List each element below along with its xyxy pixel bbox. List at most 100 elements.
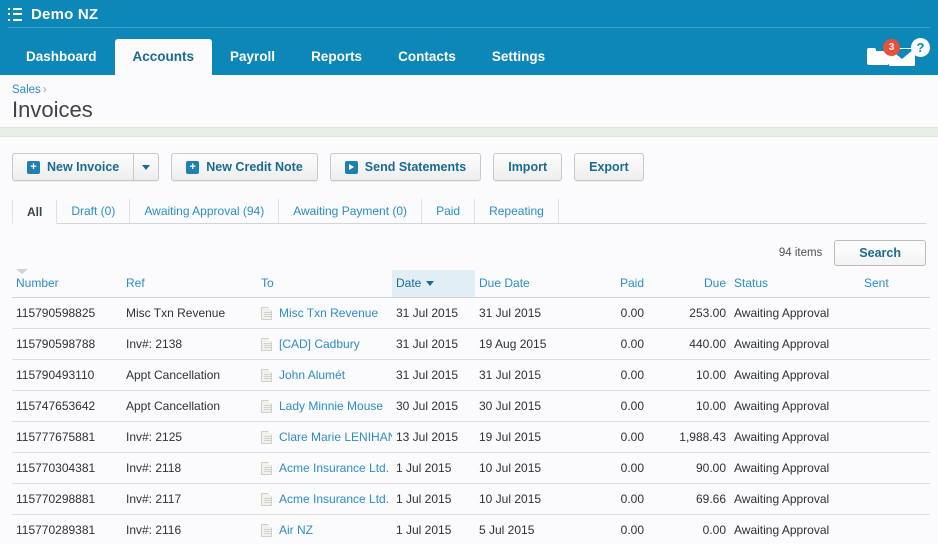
column-header-to[interactable]: To — [257, 270, 392, 298]
document-icon — [261, 430, 272, 444]
message-count-badge: 3 — [883, 38, 900, 56]
cell-date: 31 Jul 2015 — [392, 359, 475, 391]
page-header: Sales › Invoices — [0, 75, 938, 127]
cell-paid: 0.00 — [568, 390, 648, 422]
cell-status: Awaiting Approval — [730, 390, 860, 422]
table-row[interactable]: 115790493110 Appt Cancellation John Alumét… — [12, 359, 930, 391]
cell-number: 115770298881 — [12, 483, 122, 515]
top-brand-bar: Demo NZ — [0, 0, 938, 28]
breadcrumb-link-sales[interactable]: Sales — [12, 84, 41, 96]
organisation-name[interactable]: Demo NZ — [31, 6, 98, 23]
contact-link[interactable]: Misc Txn Revenue — [279, 306, 378, 320]
tab-awaiting-approval[interactable]: Awaiting Approval (94) — [130, 199, 280, 223]
send-statements-button[interactable]: Send Statements — [329, 153, 482, 181]
cell-duedate: 10 Jul 2015 — [475, 452, 568, 484]
cell-ref: Inv#: 2118 — [122, 452, 257, 484]
cell-date: 1 Jul 2015 — [392, 452, 475, 484]
column-header-date[interactable]: Date — [392, 270, 475, 298]
cell-paid: 0.00 — [568, 328, 648, 360]
contact-link[interactable]: Acme Insurance Ltd. — [279, 461, 389, 475]
contact-link[interactable]: John Alumét — [279, 368, 345, 382]
cell-paid: 0.00 — [568, 297, 648, 329]
nav-items: Dashboard Accounts Payroll Reports Conta… — [8, 28, 563, 75]
cell-due: 0.00 — [648, 514, 730, 544]
cell-to: John Alumét — [257, 359, 392, 391]
nav-item-contacts[interactable]: Contacts — [380, 39, 474, 75]
cell-to: Air NZ — [257, 514, 392, 544]
contact-link[interactable]: Lady Minnie Mouse — [279, 399, 383, 413]
to-cell: Air NZ — [261, 523, 388, 537]
nav-item-reports[interactable]: Reports — [293, 39, 380, 75]
chevron-down-icon — [142, 164, 151, 170]
document-icon — [261, 337, 272, 351]
table-row[interactable]: 115790598825 Misc Txn Revenue Misc Txn Rev… — [12, 297, 930, 329]
list-menu-icon[interactable] — [8, 7, 22, 21]
table-row[interactable]: 115790598788 Inv#: 2138 [CAD] Cadbury 31 Ju… — [12, 328, 930, 360]
tab-all[interactable]: All — [12, 200, 58, 224]
tab-paid[interactable]: Paid — [422, 199, 476, 223]
document-icon — [261, 399, 272, 413]
table-row[interactable]: 115777675881 Inv#: 2125 Clare Marie LENIHA… — [12, 421, 930, 453]
to-cell: Clare Marie LENIHAN — [261, 430, 392, 444]
cell-ref: Inv#: 2117 — [122, 483, 257, 515]
new-invoice-split-button: + New Invoice — [12, 153, 160, 181]
cell-to: Lady Minnie Mouse — [257, 390, 392, 422]
cell-duedate: 30 Jul 2015 — [475, 390, 568, 422]
contact-link[interactable]: Acme Insurance Ltd. — [279, 492, 389, 506]
nav-item-dashboard[interactable]: Dashboard — [8, 39, 115, 75]
new-invoice-dropdown-button[interactable] — [134, 153, 160, 181]
nav-item-payroll[interactable]: Payroll — [212, 39, 293, 75]
table-row[interactable]: 115770304381 Inv#: 2118 Acme Insurance Ltd… — [12, 452, 930, 484]
cell-due: 440.00 — [648, 328, 730, 360]
tab-repeating[interactable]: Repeating — [475, 199, 559, 223]
cell-sent — [860, 421, 930, 453]
document-icon — [261, 306, 272, 320]
contact-link[interactable]: [CAD] Cadbury — [279, 337, 360, 351]
export-button[interactable]: Export — [574, 153, 644, 181]
help-icon[interactable]: ? — [911, 38, 930, 57]
plus-icon: + — [27, 160, 40, 174]
column-header-due-date[interactable]: Due Date — [475, 270, 568, 298]
cell-paid: 0.00 — [568, 359, 648, 391]
import-button[interactable]: Import — [493, 153, 563, 181]
document-icon — [261, 523, 272, 537]
cell-to: Clare Marie LENIHAN — [257, 421, 392, 453]
column-header-number[interactable]: Number — [12, 270, 122, 298]
cell-duedate: 31 Jul 2015 — [475, 359, 568, 391]
column-header-due[interactable]: Due — [648, 270, 730, 298]
table-row[interactable]: 115770289381 Inv#: 2116 Air NZ 1 Jul 2015 5 … — [12, 514, 930, 544]
tab-awaiting-payment[interactable]: Awaiting Payment (0) — [279, 199, 423, 223]
column-header-paid[interactable]: Paid — [568, 270, 648, 298]
contact-link[interactable]: Clare Marie LENIHAN — [279, 430, 392, 444]
document-icon — [261, 461, 272, 475]
to-cell: John Alumét — [261, 368, 388, 382]
new-credit-note-button[interactable]: + New Credit Note — [171, 153, 318, 181]
cell-duedate: 10 Jul 2015 — [475, 483, 568, 515]
table-row[interactable]: 115770298881 Inv#: 2117 Acme Insurance Ltd… — [12, 483, 930, 515]
cell-due: 10.00 — [648, 359, 730, 391]
contact-link[interactable]: Air NZ — [279, 523, 313, 537]
cell-duedate: 31 Jul 2015 — [475, 297, 568, 329]
cell-status: Awaiting Approval — [730, 297, 860, 329]
search-button[interactable]: Search — [834, 240, 926, 266]
column-header-status[interactable]: Status — [730, 270, 860, 298]
table-row[interactable]: 115747653642 Appt Cancellation Lady Minnie… — [12, 390, 930, 422]
cell-sent — [860, 483, 930, 515]
nav-item-accounts[interactable]: Accounts — [114, 39, 213, 75]
tab-draft[interactable]: Draft (0) — [57, 199, 131, 223]
main-navigation: Dashboard Accounts Payroll Reports Conta… — [0, 28, 938, 75]
table-notch-indicator — [16, 269, 28, 274]
nav-item-settings[interactable]: Settings — [474, 39, 563, 75]
new-invoice-button[interactable]: + New Invoice — [12, 153, 135, 181]
invoice-status-tabs: All Draft (0) Awaiting Approval (94) Awa… — [12, 199, 926, 224]
cell-sent — [860, 452, 930, 484]
column-header-date-label: Date — [396, 276, 422, 290]
cell-date: 13 Jul 2015 — [392, 421, 475, 453]
cell-due: 69.66 — [648, 483, 730, 515]
column-header-ref[interactable]: Ref — [122, 270, 257, 298]
column-header-sent[interactable]: Sent — [860, 270, 930, 298]
cell-ref: Misc Txn Revenue — [122, 297, 257, 329]
cell-due: 90.00 — [648, 452, 730, 484]
cell-status: Awaiting Approval — [730, 328, 860, 360]
cell-number: 115777675881 — [12, 421, 122, 453]
